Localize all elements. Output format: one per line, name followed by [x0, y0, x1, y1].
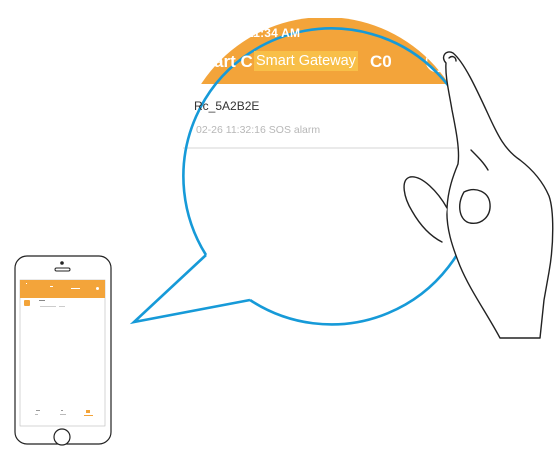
- header-title-selected[interactable]: Smart Gateway: [254, 51, 358, 71]
- phone-mockup: [14, 255, 112, 446]
- list-item-avatar: [24, 300, 30, 306]
- battery-icon: [452, 26, 466, 34]
- home-button-icon: [53, 428, 71, 446]
- phone-screen-header: [20, 280, 105, 298]
- device-list-item-name[interactable]: Rc_5A2B2E: [194, 99, 259, 113]
- header-title-fragment-right: C0: [370, 52, 392, 71]
- device-list-item-event: 02-26 11:32:16 SOS alarm: [196, 124, 321, 136]
- header-title-fragment-left: art C: [214, 52, 253, 71]
- status-bar-time: 11:34 AM: [247, 26, 301, 40]
- front-camera-icon: [60, 261, 64, 265]
- phone-screen: [19, 279, 106, 427]
- instruction-illustration: 11:34 AM art C Smart Gateway C0 Rc_5A2B2…: [0, 0, 554, 452]
